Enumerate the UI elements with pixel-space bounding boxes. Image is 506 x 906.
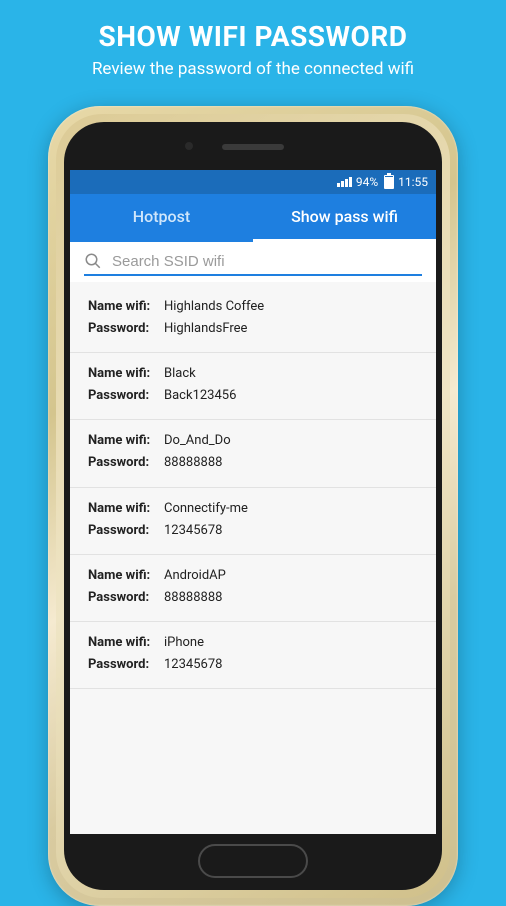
name-label: Name wifi:	[88, 296, 156, 318]
wifi-name: Do_And_Do	[164, 430, 231, 452]
password-label: Password:	[88, 654, 156, 676]
wifi-password: HighlandsFree	[164, 318, 247, 340]
clock: 11:55	[398, 175, 428, 189]
wifi-password: 12345678	[164, 520, 222, 542]
promo-header: SHOW WIFI PASSWORD Review the password o…	[0, 0, 506, 94]
wifi-password: 12345678	[164, 654, 222, 676]
search-container	[70, 242, 436, 282]
name-label: Name wifi:	[88, 565, 156, 587]
promo-subtitle: Review the password of the connected wif…	[10, 59, 496, 79]
wifi-name: iPhone	[164, 632, 204, 654]
wifi-name: Highlands Coffee	[164, 296, 264, 318]
name-label: Name wifi:	[88, 430, 156, 452]
name-label: Name wifi:	[88, 632, 156, 654]
tab-bar: Hotpost Show pass wifi	[70, 194, 436, 242]
tab-label: Hotpost	[133, 207, 190, 226]
wifi-password: Back123456	[164, 385, 236, 407]
tab-hotspot[interactable]: Hotpost	[70, 194, 253, 242]
phone-sensor	[185, 142, 193, 150]
phone-speaker	[222, 144, 284, 150]
list-item[interactable]: Name wifi: Black Password: Back123456	[70, 353, 436, 420]
list-item[interactable]: Name wifi: Connectify-me Password: 12345678	[70, 488, 436, 555]
wifi-name: Black	[164, 363, 196, 385]
password-label: Password:	[88, 452, 156, 474]
home-button[interactable]	[198, 844, 308, 878]
wifi-name: Connectify-me	[164, 498, 248, 520]
search-input[interactable]	[112, 253, 422, 270]
name-label: Name wifi:	[88, 498, 156, 520]
tab-show-pass-wifi[interactable]: Show pass wifi	[253, 194, 436, 242]
tab-label: Show pass wifi	[291, 207, 398, 226]
list-item[interactable]: Name wifi: Do_And_Do Password: 88888888	[70, 420, 436, 487]
list-item[interactable]: Name wifi: AndroidAP Password: 88888888	[70, 555, 436, 622]
password-label: Password:	[88, 587, 156, 609]
search-icon	[84, 252, 102, 270]
screen: 94% 11:55 Hotpost Show pass wifi	[70, 170, 436, 834]
list-item[interactable]: Name wifi: iPhone Password: 12345678	[70, 622, 436, 689]
password-label: Password:	[88, 385, 156, 407]
battery-icon	[384, 175, 394, 189]
list-item[interactable]: Name wifi: Highlands Coffee Password: Highl…	[70, 286, 436, 353]
signal-icon	[337, 177, 352, 187]
password-label: Password:	[88, 520, 156, 542]
wifi-name: AndroidAP	[164, 565, 226, 587]
wifi-password: 88888888	[164, 452, 222, 474]
battery-percent: 94%	[356, 175, 378, 189]
status-bar: 94% 11:55	[70, 170, 436, 194]
promo-title: SHOW WIFI PASSWORD	[10, 20, 496, 53]
phone-frame: 94% 11:55 Hotpost Show pass wifi	[48, 106, 458, 906]
password-label: Password:	[88, 318, 156, 340]
wifi-list[interactable]: Name wifi: Highlands Coffee Password: Highl…	[70, 282, 436, 693]
wifi-password: 88888888	[164, 587, 222, 609]
name-label: Name wifi:	[88, 363, 156, 385]
